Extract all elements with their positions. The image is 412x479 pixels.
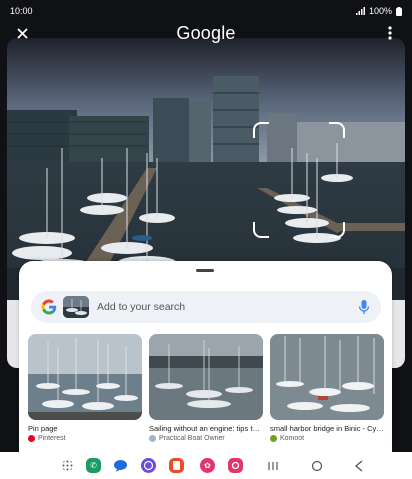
selection-handle-bottom-left[interactable] <box>253 222 269 238</box>
result-card[interactable]: small harbor bridge in Binic - Cy… Komoo… <box>270 334 384 449</box>
more-options-button[interactable] <box>378 21 402 45</box>
internet-icon[interactable] <box>141 458 156 473</box>
result-image[interactable] <box>28 334 142 420</box>
home-icon[interactable] <box>311 460 323 472</box>
result-card[interactable]: Sailing without an engine: tips t… Pract… <box>149 334 263 449</box>
mic-icon[interactable] <box>357 299 371 315</box>
pinterest-icon <box>28 435 35 442</box>
messages-icon[interactable] <box>113 458 128 473</box>
selection-frame[interactable] <box>253 122 345 238</box>
result-source-label: Pinterest <box>38 435 66 442</box>
result-source: Practical Boat Owner <box>149 435 263 442</box>
back-icon[interactable] <box>355 460 363 472</box>
more-vert-icon <box>388 26 392 40</box>
result-title[interactable]: Pin page <box>28 424 142 433</box>
notes-icon[interactable] <box>169 458 184 473</box>
selection-handle-top-right[interactable] <box>329 122 345 138</box>
result-image[interactable] <box>149 334 263 420</box>
battery-icon <box>396 6 402 16</box>
search-thumbnail[interactable] <box>63 296 89 318</box>
result-image[interactable] <box>270 334 384 420</box>
komoot-icon <box>270 435 277 442</box>
selection-handle-bottom-right[interactable] <box>329 222 345 238</box>
top-bar: Google <box>0 18 412 48</box>
google-g-icon <box>41 299 57 315</box>
search-bar[interactable]: Add to your search <box>31 291 381 323</box>
results-list: Pin page Pinterest Sailing without an en… <box>28 334 384 449</box>
search-placeholder[interactable]: Add to your search <box>97 301 357 313</box>
close-button[interactable] <box>10 21 34 45</box>
practical-boat-owner-icon <box>149 435 156 442</box>
result-title[interactable]: small harbor bridge in Binic - Cy… <box>270 424 384 433</box>
status-time: 10:00 <box>10 6 33 16</box>
selection-handle-top-left[interactable] <box>253 122 269 138</box>
flower-icon[interactable]: ✿ <box>200 458 215 473</box>
signal-icon <box>355 7 365 15</box>
drag-handle[interactable] <box>196 269 214 272</box>
close-icon <box>16 27 28 39</box>
result-source: Pinterest <box>28 435 142 442</box>
apps-grid-icon[interactable] <box>62 460 73 471</box>
result-card[interactable]: Pin page Pinterest <box>28 334 142 449</box>
result-title[interactable]: Sailing without an engine: tips t… <box>149 424 263 433</box>
status-indicators: 100% <box>355 6 402 16</box>
result-source-label: Practical Boat Owner <box>159 435 225 442</box>
result-source: Komoot <box>270 435 384 442</box>
navigation-bar: ✆ ✿ <box>0 452 412 479</box>
sheet-shadow-right <box>391 300 405 368</box>
results-sheet: Add to your search Pin page Pinterest Sa… <box>19 261 392 461</box>
battery-percent: 100% <box>368 6 392 16</box>
camera-icon[interactable] <box>228 458 243 473</box>
recent-apps-icon[interactable] <box>268 461 278 471</box>
result-source-label: Komoot <box>280 435 305 442</box>
google-title: Google <box>176 22 236 43</box>
phone-icon[interactable]: ✆ <box>86 458 101 473</box>
